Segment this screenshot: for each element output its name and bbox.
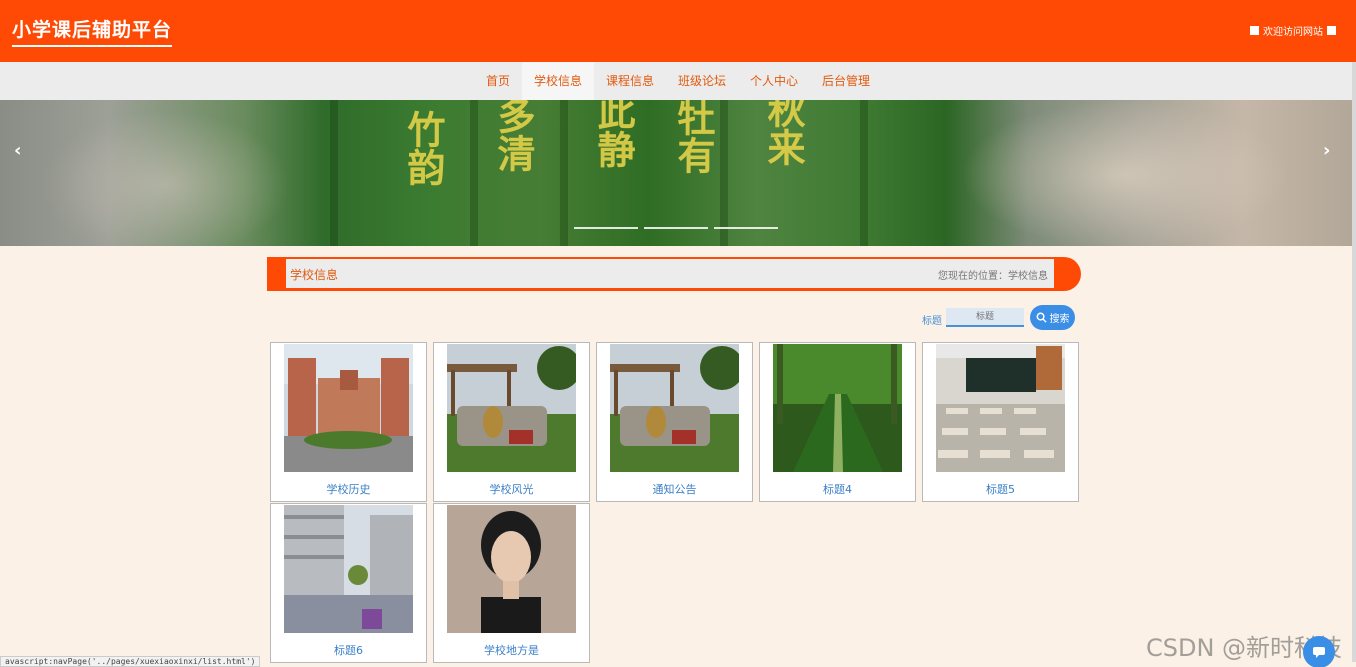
search-button[interactable]: 搜索 xyxy=(1030,305,1075,330)
search-input[interactable] xyxy=(946,308,1024,327)
nav-item-personal-center[interactable]: 个人中心 xyxy=(738,62,810,100)
card-title[interactable]: 标题4 xyxy=(760,481,915,497)
nav-item-school-info[interactable]: 学校信息 xyxy=(521,62,594,100)
card-image xyxy=(773,344,902,472)
info-card[interactable]: 标题5 xyxy=(922,342,1079,502)
nav-item-admin[interactable]: 后台管理 xyxy=(810,62,882,100)
carousel-dot[interactable] xyxy=(714,227,778,229)
square-icon xyxy=(1250,26,1259,35)
header: 小学课后辅助平台 欢迎访问网站 xyxy=(0,0,1356,62)
chevron-left-icon[interactable]: ‹ xyxy=(14,140,21,161)
scrollbar[interactable] xyxy=(1352,62,1356,662)
site-title[interactable]: 小学课后辅助平台 xyxy=(12,15,173,47)
banner-calligraphy: 此静 xyxy=(591,100,636,168)
floating-action-button[interactable] xyxy=(1303,636,1335,667)
card-title[interactable]: 标题6 xyxy=(271,642,426,658)
carousel-indicators xyxy=(574,227,778,229)
welcome-text: 欢迎访问网站 xyxy=(1263,27,1323,38)
chevron-right-icon[interactable]: › xyxy=(1323,140,1330,161)
nav-item-course-info[interactable]: 课程信息 xyxy=(594,62,666,100)
card-image xyxy=(936,344,1065,472)
card-title[interactable]: 学校风光 xyxy=(434,481,589,497)
nav-item-class-forum[interactable]: 班级论坛 xyxy=(666,62,738,100)
card-image xyxy=(610,344,739,472)
banner-calligraphy: 牡有 xyxy=(671,100,716,174)
info-card[interactable]: 学校风光 xyxy=(433,342,590,502)
banner-face-left xyxy=(40,110,290,246)
card-image xyxy=(447,344,576,472)
welcome-area: 欢迎访问网站 xyxy=(1250,23,1336,38)
banner-calligraphy: 秋来 xyxy=(761,100,806,166)
card-image xyxy=(284,505,413,633)
banner-face-right xyxy=(960,100,1290,246)
search-label: 标题 xyxy=(922,316,942,327)
carousel-dot[interactable] xyxy=(574,227,638,229)
card-title[interactable]: 通知公告 xyxy=(597,481,752,497)
info-card[interactable]: 标题6 xyxy=(270,503,427,663)
info-card[interactable]: 标题4 xyxy=(759,342,916,502)
card-image xyxy=(447,505,576,633)
nav-item-home[interactable]: 首页 xyxy=(474,62,522,100)
info-card[interactable]: 通知公告 xyxy=(596,342,753,502)
info-card[interactable]: 学校地方是 xyxy=(433,503,590,663)
card-title[interactable]: 学校地方是 xyxy=(434,642,589,658)
carousel-dot[interactable] xyxy=(644,227,708,229)
section-header: 学校信息 您现在的位置：学校信息 xyxy=(267,257,1081,291)
square-icon xyxy=(1327,26,1336,35)
banner-carousel[interactable]: 竹韵 多清 此静 牡有 秋来 xyxy=(0,100,1352,246)
card-title[interactable]: 学校历史 xyxy=(271,481,426,497)
card-title[interactable]: 标题5 xyxy=(923,481,1078,497)
card-image xyxy=(284,344,413,472)
section-title: 学校信息 xyxy=(290,268,339,282)
chat-icon xyxy=(1313,647,1325,658)
breadcrumb: 您现在的位置：学校信息 xyxy=(938,271,1048,282)
search-button-label: 搜索 xyxy=(1049,314,1070,325)
status-url: avascript:navPage('../pages/xuexiaoxinxi… xyxy=(0,656,261,667)
banner-calligraphy: 竹韵 xyxy=(401,110,446,186)
info-card[interactable]: 学校历史 xyxy=(270,342,427,502)
banner-calligraphy: 多清 xyxy=(491,100,536,172)
main-nav: 首页 学校信息 课程信息 班级论坛 个人中心 后台管理 xyxy=(0,62,1356,100)
search-icon xyxy=(1036,312,1047,323)
